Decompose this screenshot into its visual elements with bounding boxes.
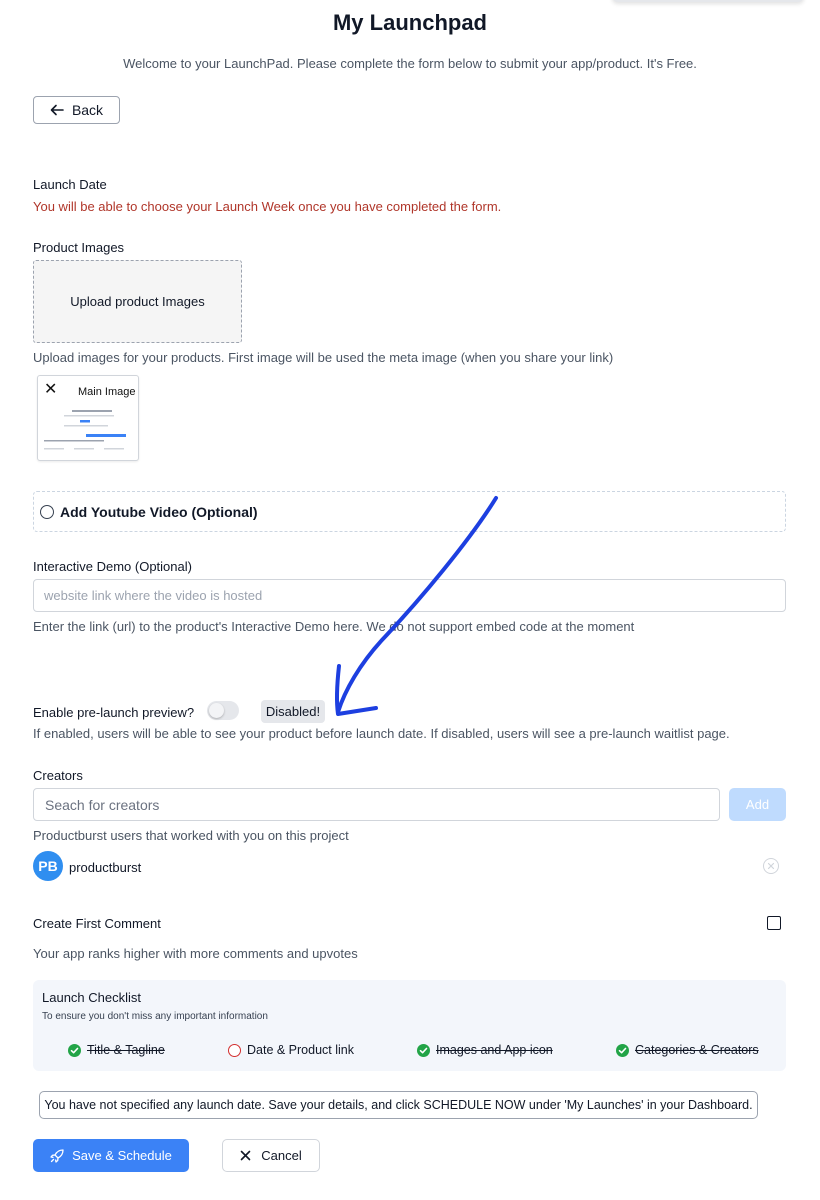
upload-dropzone-text: Upload product Images (70, 294, 205, 309)
check-circle-icon (68, 1043, 81, 1057)
cancel-button-label: Cancel (261, 1148, 302, 1163)
creator-search-input[interactable] (33, 788, 720, 821)
checklist-item-date-link: Date & Product link (228, 1043, 354, 1057)
youtube-radio[interactable] (40, 504, 54, 519)
thumbnail-label: Main Image (78, 386, 136, 398)
page-subtitle: Welcome to your LaunchPad. Please comple… (123, 56, 697, 71)
toggle-knob (209, 703, 224, 718)
page-title: My Launchpad (332, 10, 487, 35)
check-circle-icon (417, 1043, 430, 1057)
top-edge-shadow (612, 0, 804, 2)
add-creator-button[interactable]: Add (729, 788, 786, 821)
checklist-subtitle: To ensure you don't miss any important i… (42, 1011, 268, 1022)
checklist-item-label: Images and App icon (436, 1043, 553, 1057)
creators-label: Creators (33, 768, 83, 783)
checklist-item-label: Title & Tagline (87, 1043, 165, 1057)
launch-checklist: Launch Checklist To ensure you don't mis… (33, 980, 786, 1071)
youtube-video-option[interactable]: Add Youtube Video (Optional) (33, 491, 786, 532)
save-button-label: Save & Schedule (72, 1148, 172, 1163)
checklist-item-label: Categories & Creators (635, 1043, 759, 1057)
first-comment-label: Create First Comment (33, 916, 161, 931)
prelaunch-label: Enable pre-launch preview? (33, 705, 195, 720)
check-circle-icon (616, 1043, 629, 1057)
creator-name: productburst (69, 860, 142, 875)
creators-help: Productburst users that worked with you … (33, 828, 349, 843)
save-schedule-button[interactable]: Save & Schedule (33, 1139, 189, 1172)
checklist-item-categories-creators: Categories & Creators (616, 1043, 759, 1057)
checklist-title: Launch Checklist (42, 990, 141, 1005)
thumbnail-preview-image (42, 404, 134, 458)
interactive-demo-input[interactable] (33, 579, 786, 612)
close-icon (240, 1150, 251, 1161)
launch-date-label: Launch Date (33, 177, 107, 192)
back-button-label: Back (71, 102, 104, 118)
arrow-left-icon (50, 104, 64, 116)
checklist-item-title-tagline: Title & Tagline (68, 1043, 165, 1057)
empty-circle-icon (228, 1043, 241, 1057)
checklist-item-label: Date & Product link (247, 1043, 354, 1057)
remove-creator-icon[interactable] (763, 858, 779, 874)
image-thumbnail[interactable]: ✕ Main Image (37, 375, 139, 461)
rocket-icon (50, 1148, 64, 1163)
product-images-label: Product Images (33, 240, 125, 255)
product-images-help: Upload images for your products. First i… (33, 350, 614, 365)
prelaunch-toggle[interactable] (207, 701, 239, 720)
cancel-button[interactable]: Cancel (222, 1139, 320, 1172)
avatar: PB (33, 851, 63, 881)
remove-image-icon[interactable]: ✕ (44, 382, 57, 398)
first-comment-checkbox[interactable] (767, 916, 781, 930)
launch-date-notice: You will be able to choose your Launch W… (33, 199, 502, 214)
prelaunch-help: If enabled, users will be able to see yo… (33, 726, 730, 741)
schedule-notice: You have not specified any launch date. … (39, 1091, 758, 1119)
image-upload-dropzone[interactable]: Upload product Images (33, 260, 242, 343)
checklist-item-images-icon: Images and App icon (417, 1043, 553, 1057)
youtube-label: Add Youtube Video (Optional) (60, 503, 258, 520)
interactive-demo-help: Enter the link (url) to the product's In… (33, 619, 635, 634)
prelaunch-status-badge: Disabled! (261, 700, 325, 723)
interactive-demo-label: Interactive Demo (Optional) (33, 559, 192, 574)
first-comment-help: Your app ranks higher with more comments… (33, 946, 358, 961)
back-button[interactable]: Back (33, 96, 120, 124)
